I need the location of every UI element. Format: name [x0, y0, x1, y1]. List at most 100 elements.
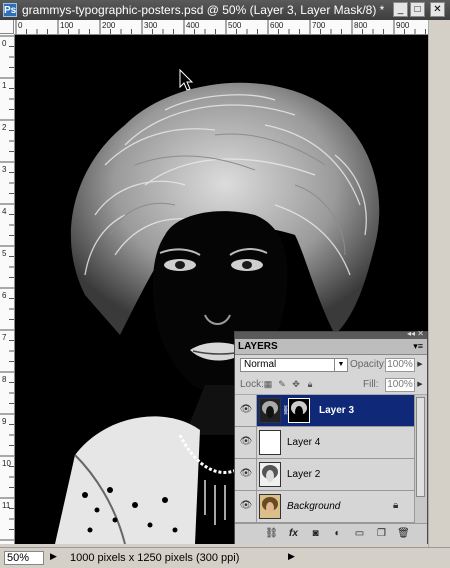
panel-title-strip[interactable]: ◂◂ ✕: [235, 329, 427, 339]
trash-icon[interactable]: 🗑︎: [397, 527, 410, 540]
layers-panel-footer: ⛓︎ fx ◙ ◐ ▭ ❐ 🗑︎: [235, 523, 427, 544]
layer-thumbnail[interactable]: [259, 462, 281, 487]
fill-field[interactable]: 100%: [385, 378, 415, 392]
collapse-panel-icon[interactable]: ◂◂: [407, 329, 415, 338]
ruler-label: 600: [270, 21, 284, 30]
adjustment-icon[interactable]: ◐: [331, 527, 344, 540]
ruler-label: 0: [18, 21, 23, 30]
lock-transparent-icon[interactable]: ▦: [263, 379, 273, 389]
opacity-slider-icon[interactable]: ▶: [415, 358, 425, 372]
horizontal-ruler[interactable]: 0 100 200 300 400 500 600 700 800 900: [14, 20, 428, 35]
zoom-field[interactable]: 50%: [4, 551, 44, 565]
layer-name: Layer 2: [287, 469, 321, 480]
portrait-thumbnail-icon: [260, 495, 280, 518]
layers-list: 👁︎ ⛓︎ Layer 3 👁︎ Layer 4 👁︎ Layer 2: [235, 395, 427, 523]
document-info: 1000 pixels x 1250 pixels (300 ppi): [70, 552, 240, 564]
visibility-toggle[interactable]: 👁︎: [235, 395, 257, 426]
panel-menu-icon[interactable]: ▾≡: [413, 341, 423, 352]
mask-icon[interactable]: ◙: [309, 527, 322, 540]
lock-label: Lock:: [240, 379, 264, 390]
ruler-label: 1: [2, 81, 7, 90]
link-icon[interactable]: ⛓︎: [265, 527, 278, 540]
visibility-toggle[interactable]: 👁︎: [235, 491, 257, 522]
vertical-scrollbar[interactable]: [428, 20, 450, 547]
fill-slider-icon[interactable]: ▶: [415, 378, 425, 392]
ruler-label: 11: [2, 501, 11, 510]
ruler-label: 9: [2, 417, 7, 426]
visibility-toggle[interactable]: 👁︎: [235, 427, 257, 458]
eye-icon: 👁︎: [239, 436, 253, 447]
ruler-label: 500: [228, 21, 242, 30]
layer-thumbnail[interactable]: [259, 430, 281, 455]
minimize-button[interactable]: _: [393, 2, 408, 17]
status-menu-icon[interactable]: ▶: [50, 551, 57, 562]
close-button[interactable]: ✕: [430, 2, 445, 17]
eye-icon: 👁︎: [239, 500, 253, 511]
lock-image-icon[interactable]: ✎: [277, 379, 287, 389]
fx-icon[interactable]: fx: [287, 527, 300, 540]
close-icon: ✕: [433, 4, 442, 15]
ruler-label: 5: [2, 249, 7, 258]
status-bar: 50% ▶ 1000 pixels x 1250 pixels (300 ppi…: [0, 547, 450, 568]
vertical-ruler[interactable]: 0 1 2 3 4 5 6 7 8 9 10 11: [0, 34, 15, 544]
ruler-label: 700: [312, 21, 326, 30]
minimize-icon: _: [397, 4, 404, 15]
ruler-label: 200: [102, 21, 116, 30]
layer-mask-thumbnail[interactable]: [288, 398, 310, 423]
layer-name: Layer 4: [287, 437, 321, 448]
layers-panel: ◂◂ ✕ LAYERS ▾≡ Normal ▼ Opacity: 100% ▶ …: [234, 329, 428, 544]
layer-name: Background: [287, 501, 341, 512]
opacity-field[interactable]: 100%: [385, 358, 415, 372]
eye-icon: 👁︎: [239, 468, 253, 479]
lock-icon: 🔒︎: [393, 500, 399, 511]
lock-all-icon[interactable]: 🔒︎: [305, 379, 315, 389]
visibility-toggle[interactable]: 👁︎: [235, 459, 257, 490]
group-icon[interactable]: ▭: [353, 527, 366, 540]
layer-thumbnail[interactable]: [259, 494, 281, 519]
tab-layers[interactable]: LAYERS: [238, 341, 278, 352]
ruler-origin[interactable]: [0, 20, 14, 34]
lock-row: Lock: ▦ ✎ ✥ 🔒︎ Fill: 100% ▶: [235, 376, 427, 395]
layer-row-layer-2[interactable]: 👁︎ Layer 2: [235, 459, 414, 491]
ruler-label: 900: [396, 21, 410, 30]
window-title-bar: Ps grammys-typographic-posters.psd @ 50%…: [0, 0, 450, 20]
window-title: grammys-typographic-posters.psd @ 50% (L…: [22, 3, 385, 17]
blend-row: Normal ▼ Opacity: 100% ▶: [235, 356, 427, 374]
ruler-label: 100: [60, 21, 74, 30]
ruler-label: 2: [2, 123, 7, 132]
layer-thumbnail[interactable]: [259, 398, 281, 423]
new-layer-icon[interactable]: ❐: [375, 527, 388, 540]
scrollbar-thumb[interactable]: [416, 397, 425, 497]
ruler-label: 0: [2, 39, 7, 48]
status-arrow-icon[interactable]: ▶: [288, 551, 295, 562]
layer-name: Layer 3: [319, 405, 355, 416]
horizontal-ruler-ticks: 0 100 200 300 400 500 600 700 800 900: [15, 20, 426, 34]
ruler-label: 7: [2, 333, 7, 342]
portrait-thumbnail-icon: [260, 463, 280, 486]
layer-row-layer-3[interactable]: 👁︎ ⛓︎ Layer 3: [235, 395, 414, 427]
layer-row-layer-4[interactable]: 👁︎ Layer 4: [235, 427, 414, 459]
ruler-label: 4: [2, 207, 7, 216]
lock-position-icon[interactable]: ✥: [291, 379, 301, 389]
ruler-label: 3: [2, 165, 7, 174]
ruler-label: 8: [2, 375, 7, 384]
layers-panel-header: LAYERS ▾≡: [235, 339, 427, 355]
fill-label: Fill:: [363, 379, 379, 390]
blend-mode-select[interactable]: Normal ▼: [240, 358, 348, 372]
ruler-label: 6: [2, 291, 7, 300]
layers-scrollbar[interactable]: [414, 395, 427, 523]
mask-thumbnail-icon: [289, 399, 309, 422]
blend-mode-value: Normal: [244, 359, 277, 370]
opacity-label: Opacity:: [350, 359, 387, 370]
eye-icon: 👁︎: [239, 404, 253, 415]
ruler-label: 10: [2, 459, 11, 468]
portrait-thumbnail-icon: [260, 399, 280, 422]
ruler-label: 800: [354, 21, 368, 30]
layer-row-background[interactable]: 👁︎ Background 🔒︎: [235, 491, 414, 523]
vertical-ruler-ticks: 0 1 2 3 4 5 6 7 8 9 10 11: [0, 35, 14, 541]
maximize-button[interactable]: □: [410, 2, 425, 17]
chevron-down-icon: ▼: [334, 359, 347, 371]
photoshop-app-icon: Ps: [3, 3, 17, 17]
maximize-icon: □: [414, 4, 421, 15]
close-panel-icon[interactable]: ✕: [417, 329, 424, 338]
